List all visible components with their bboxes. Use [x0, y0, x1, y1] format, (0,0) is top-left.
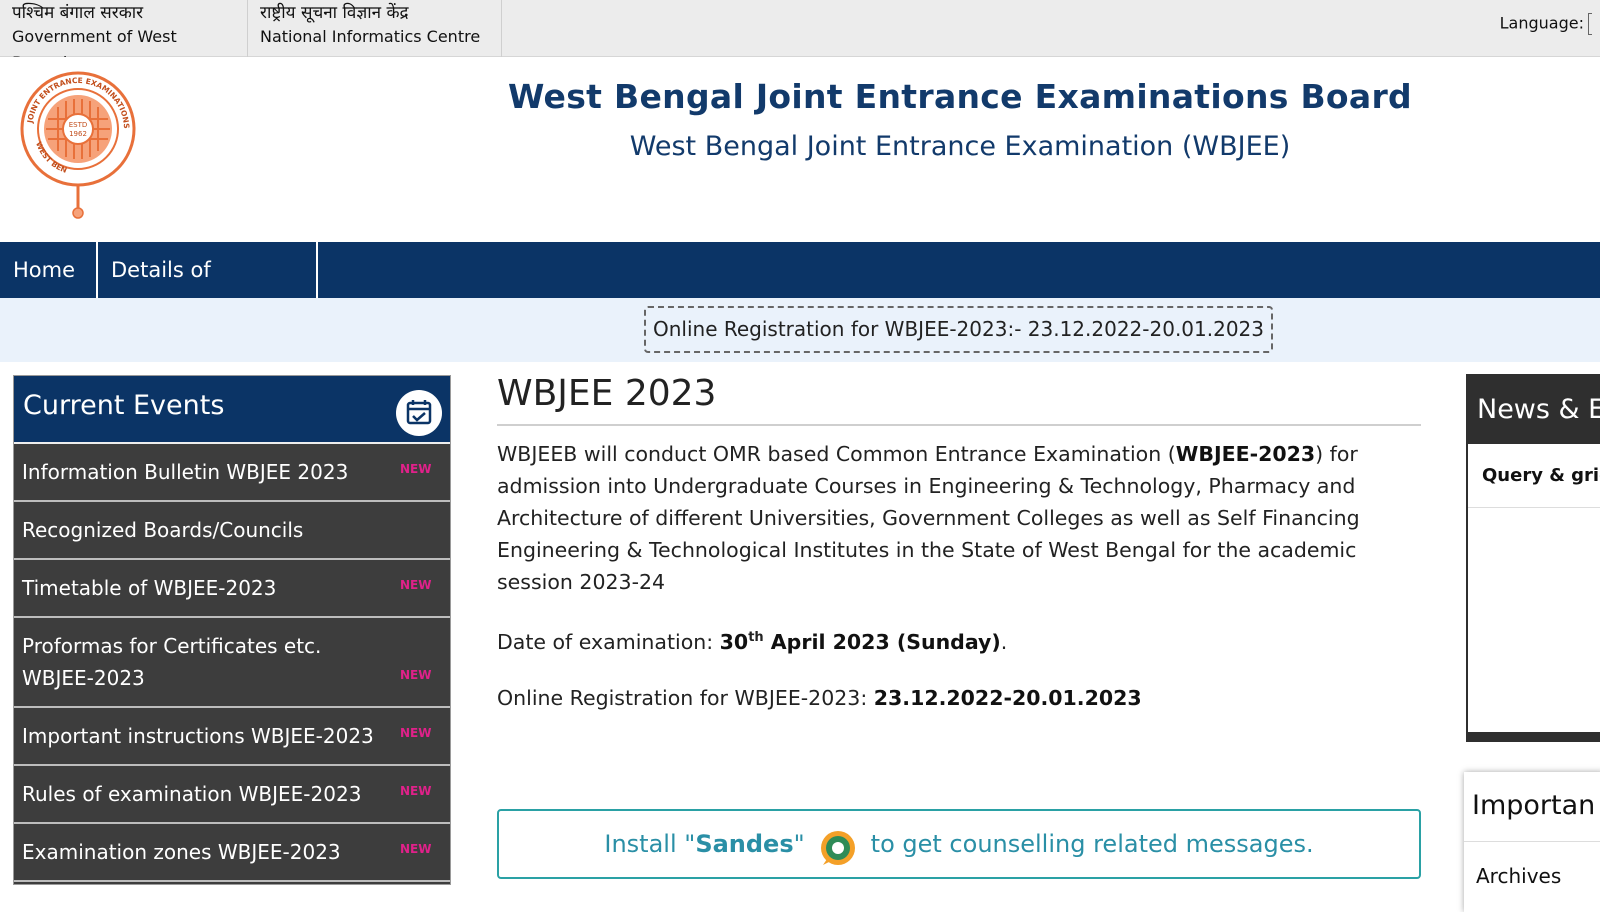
important-links-title: Importan — [1464, 772, 1600, 842]
registration-paragraph: Online Registration for WBJEE-2023: 23.1… — [497, 682, 1421, 714]
new-badge-icon: NEW — [400, 664, 442, 682]
logo-center-line2: 1962 — [69, 130, 87, 138]
registration-label: Online Registration for WBJEE-2023: — [497, 685, 874, 710]
gov-wb-hindi: पश्चिम बंगाल सरकार — [12, 3, 144, 23]
logo-center-line1: ESTD — [69, 121, 88, 129]
event-item[interactable]: Timetable of WBJEE-2023 NEW — [14, 560, 450, 618]
new-badge-text: NEW — [400, 784, 431, 798]
new-badge-icon: NEW — [400, 838, 442, 856]
sandes-app-icon — [819, 826, 857, 865]
registration-notice[interactable]: Online Registration for WBJEE-2023:- 23.… — [644, 306, 1273, 353]
new-badge-text: NEW — [400, 578, 431, 592]
intro-paragraph: WBJEEB will conduct OMR based Common Ent… — [497, 438, 1421, 598]
current-events-list: Information Bulletin WBJEE 2023 NEW Recogn… — [14, 444, 450, 882]
event-item[interactable]: Information Bulletin WBJEE 2023 NEW — [14, 444, 450, 502]
event-item-label: Important instructions WBJEE-2023 — [22, 724, 374, 748]
event-item-label: Recognized Boards/Councils — [22, 518, 304, 542]
new-badge-icon: NEW — [400, 458, 442, 476]
event-item-label: Rules of examination WBJEE-2023 — [22, 782, 362, 806]
new-badge-icon: NEW — [400, 780, 442, 798]
news-panel-footer — [1468, 732, 1600, 740]
new-badge-text: NEW — [400, 842, 431, 856]
event-item-label: Timetable of WBJEE-2023 — [22, 576, 277, 600]
nav-home[interactable]: Home — [0, 242, 98, 298]
gov-nic-english: National Informatics Centre — [260, 27, 481, 46]
exam-subtitle: West Bengal Joint Entrance Examination (… — [629, 131, 1291, 162]
news-events-panel: News & E Query & grie — [1466, 374, 1600, 742]
notice-bar: Online Registration for WBJEE-2023:- 23.… — [0, 298, 1600, 362]
board-title: West Bengal Joint Entrance Examinations … — [508, 77, 1412, 116]
event-item[interactable]: Important instructions WBJEE-2023 NEW — [14, 708, 450, 766]
new-badge-icon: NEW — [400, 722, 442, 740]
current-events-panel: Current Events Information Bulletin WBJE… — [13, 375, 451, 885]
current-events-title: Current Events — [23, 390, 225, 421]
sandes-text-before: Install " — [604, 830, 696, 858]
event-item[interactable]: Examination zones WBJEE-2023 NEW — [14, 824, 450, 882]
new-badge-text: NEW — [400, 726, 431, 740]
gov-wb-link[interactable]: पश्चिम बंगाल सरकार Government of West Be… — [0, 0, 248, 72]
sandes-app-name: Sandes — [695, 830, 794, 858]
sandes-text-after: to get counselling related messages. — [870, 830, 1314, 858]
event-item-label: Examination zones WBJEE-2023 — [22, 840, 341, 864]
site-header: ESTD 1962 JOINT ENTRANCE EXAMINATIONS BO… — [0, 57, 1600, 242]
exam-date-end: . — [1000, 629, 1008, 654]
sandes-quote-close: " — [793, 830, 805, 858]
main-nav: Home Details of Institutes — [0, 242, 1600, 338]
sandes-banner[interactable]: Install "Sandes" to get counselling rela… — [497, 809, 1421, 879]
intro-exam-name: WBJEE-2023 — [1175, 442, 1316, 466]
query-grievance-link[interactable]: Query & grie — [1468, 444, 1600, 508]
exam-date-paragraph: Date of examination: 30th April 2023 (Su… — [497, 622, 1421, 658]
exam-date-suffix: th — [748, 630, 764, 645]
event-item[interactable]: Proformas for Certificates etc. WBJEE-20… — [14, 618, 450, 708]
language-dropdown[interactable] — [1588, 13, 1592, 35]
new-badge-icon: NEW — [400, 574, 442, 592]
calendar-icon — [396, 390, 442, 436]
nav-details-of-institutes[interactable]: Details of Institutes — [98, 242, 318, 338]
language-label: Language: — [1499, 13, 1584, 33]
exam-date-label: Date of examination: — [497, 629, 720, 654]
language-selector[interactable]: Language: — [1500, 13, 1592, 35]
event-item[interactable]: Recognized Boards/Councils — [14, 502, 450, 560]
intro-text-before: WBJEEB will conduct OMR based Common Ent… — [497, 442, 1176, 466]
event-item-label: Proformas for Certificates etc. WBJEE-20… — [22, 634, 322, 690]
exam-date-day: 30 — [719, 629, 749, 654]
new-badge-text: NEW — [400, 462, 431, 476]
page-heading: WBJEE 2023 — [497, 373, 1421, 426]
wbjeeb-logo[interactable]: ESTD 1962 JOINT ENTRANCE EXAMINATIONS BO… — [13, 64, 140, 221]
event-item-label: Information Bulletin WBJEE 2023 — [22, 460, 349, 484]
important-links-panel: Importan Archives — [1464, 772, 1600, 912]
news-events-title: News & E — [1468, 376, 1600, 444]
gov-nic-hindi: राष्ट्रीय सूचना विज्ञान केंद्र — [260, 3, 409, 23]
event-item[interactable]: Rules of examination WBJEE-2023 NEW — [14, 766, 450, 824]
gov-nic-link[interactable]: राष्ट्रीय सूचना विज्ञान केंद्र National … — [248, 0, 502, 57]
government-top-bar: पश्चिम बंगाल सरकार Government of West Be… — [0, 0, 1600, 72]
main-content: WBJEE 2023 WBJEEB will conduct OMR based… — [497, 373, 1421, 714]
exam-date-rest: April 2023 (Sunday) — [763, 629, 1001, 654]
registration-dates: 23.12.2022-20.01.2023 — [873, 685, 1142, 710]
current-events-header: Current Events — [14, 376, 450, 444]
new-badge-text: NEW — [400, 668, 431, 682]
